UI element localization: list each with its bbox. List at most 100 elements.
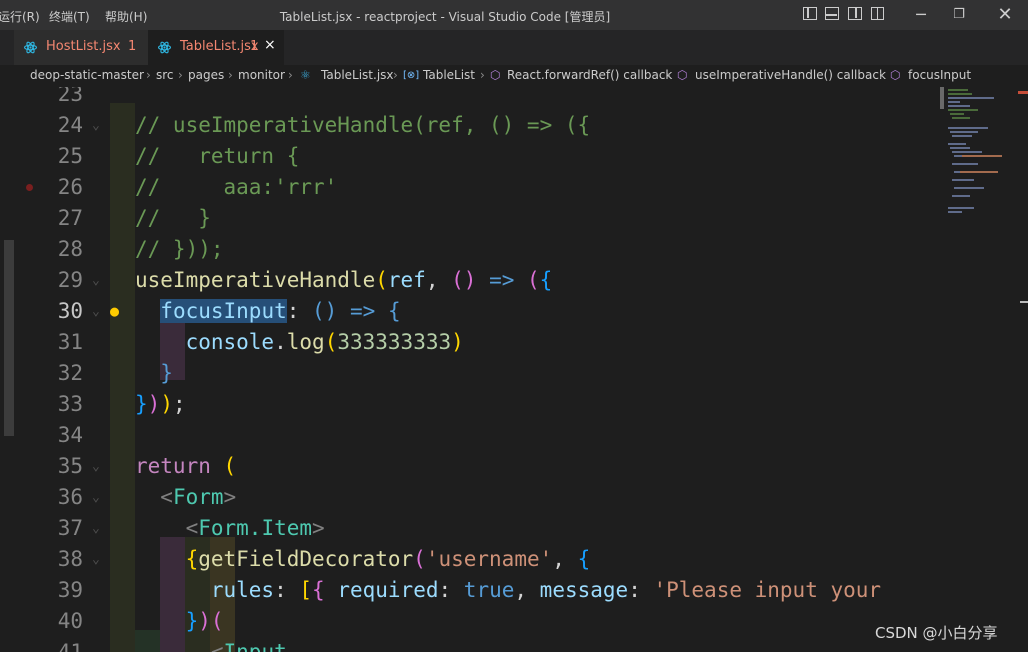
scroll-marker	[1020, 301, 1028, 303]
line-number: 40	[57, 609, 83, 633]
breadcrumb-item-src[interactable]: src	[156, 68, 174, 82]
tab-hostlist[interactable]: HostList.jsx 1	[14, 30, 148, 65]
breadcrumb-item-pages[interactable]: pages	[188, 68, 224, 82]
window-title: TableList.jsx - reactproject - Visual St…	[279, 10, 611, 24]
tab-tablelist[interactable]: TableList.jsx 1 ×	[148, 30, 284, 65]
line-number: 23	[57, 87, 83, 106]
minimap[interactable]	[940, 87, 1018, 652]
code-line-31: 31 console.log(333333333)	[0, 327, 940, 358]
breadcrumb-item-focusinput[interactable]: focusInput	[908, 68, 971, 82]
code-text: focusInput: () => {	[160, 299, 401, 323]
toggle-panel-icon[interactable]	[825, 7, 839, 20]
code-line-38: 38 ⌄ {getFieldDecorator('username', {	[0, 544, 940, 575]
problem-count-badge: 1	[128, 39, 137, 54]
customize-layout-icon[interactable]	[871, 7, 884, 20]
code-line-36: 36 ⌄ <Form>	[0, 482, 940, 513]
code-line-34: 34	[0, 420, 940, 451]
code-line-33: 33 }));	[0, 389, 940, 420]
layout-controls	[803, 6, 885, 24]
method-icon: ⬡	[490, 68, 501, 82]
line-number: 32	[57, 361, 83, 385]
close-tab-icon[interactable]: ×	[264, 37, 276, 53]
code-line-25: 25 // return {	[0, 141, 940, 172]
fold-chevron-icon[interactable]: ⌄	[92, 490, 100, 505]
chevron-right-icon: ›	[146, 68, 151, 82]
fold-chevron-icon[interactable]: ⌄	[92, 304, 100, 319]
method-icon: ⬡	[890, 68, 901, 82]
code-line-28: 28 // }));	[0, 234, 940, 265]
code-text: }));	[135, 392, 186, 416]
problem-count-badge: 1	[250, 39, 259, 54]
code-text: // aaa:'rrr'	[135, 175, 338, 199]
react-icon: ⚛	[300, 68, 311, 82]
code-line-40: 40 })(	[0, 606, 940, 637]
title-bar: 运行(R) 终端(T) 帮助(H) TableList.jsx - reactp…	[0, 0, 1028, 30]
chevron-right-icon: ›	[879, 68, 884, 82]
vertical-scrollbar[interactable]	[1018, 87, 1028, 652]
chevron-right-icon: ›	[393, 68, 398, 82]
restore-icon[interactable]: ❐	[936, 0, 982, 30]
fold-chevron-icon[interactable]: ⌄	[92, 552, 100, 567]
breadcrumb-item-monitor[interactable]: monitor	[238, 68, 285, 82]
code-text: useImperativeHandle(ref, () => ({	[135, 268, 553, 292]
code-text: <Form>	[160, 485, 237, 509]
line-number: 24	[57, 113, 83, 137]
chevron-right-icon: ›	[228, 68, 233, 82]
breadcrumb-item-imperative[interactable]: useImperativeHandle() callback	[695, 68, 886, 82]
line-number: 39	[57, 578, 83, 602]
chevron-right-icon: ›	[480, 68, 485, 82]
breadcrumb-item-forwardref[interactable]: React.forwardRef() callback	[507, 68, 672, 82]
lightbulb-icon[interactable]: ●	[110, 302, 119, 320]
code-text: console.log(333333333)	[185, 330, 464, 354]
code-text: // }));	[135, 237, 224, 261]
tab-label: TableList.jsx	[180, 39, 259, 54]
tab-label: HostList.jsx	[46, 39, 121, 54]
code-text: <Form.Item>	[185, 516, 325, 540]
line-number: 30	[57, 299, 83, 323]
line-number: 34	[57, 423, 83, 447]
code-text: }	[160, 361, 173, 385]
close-window-icon[interactable]: ✕	[982, 0, 1028, 30]
fold-chevron-icon[interactable]: ⌄	[92, 273, 100, 288]
tab-bar: HostList.jsx 1 TableList.jsx 1 × ···	[0, 30, 1028, 83]
toggle-sidebar-icon[interactable]	[803, 7, 817, 20]
code-text: // }	[135, 206, 211, 230]
code-line-32: 32 }	[0, 358, 940, 389]
line-number: 26	[57, 175, 83, 199]
code-text: <Input	[210, 640, 287, 652]
toggle-secondary-sidebar-icon[interactable]	[848, 7, 862, 20]
code-line-35: 35 ⌄ return (	[0, 451, 940, 482]
code-line-23: 23	[0, 87, 940, 110]
line-number: 28	[57, 237, 83, 261]
line-number: 37	[57, 516, 83, 540]
line-number: 36	[57, 485, 83, 509]
code-line-27: 27 // }	[0, 203, 940, 234]
chevron-right-icon: ›	[178, 68, 183, 82]
line-number: 38	[57, 547, 83, 571]
breadcrumb-item-component[interactable]: TableList	[423, 68, 475, 82]
fold-chevron-icon[interactable]: ⌄	[92, 521, 100, 536]
code-editor[interactable]: 23 24 ⌄ // useImperativeHandle(ref, () =…	[0, 87, 1028, 652]
scroll-marker	[1018, 91, 1028, 94]
fold-chevron-icon[interactable]: ⌄	[92, 118, 100, 133]
breadcrumb-item-project[interactable]: deop-static-master	[30, 68, 144, 82]
chevron-right-icon: ›	[666, 68, 671, 82]
left-scroll-indicator	[4, 240, 14, 436]
code-line-39: 39 rules: [{ required: true, message: 'P…	[0, 575, 940, 606]
fold-chevron-icon[interactable]: ⌄	[92, 459, 100, 474]
code-line-29: 29 ⌄ useImperativeHandle(ref, () => ({	[0, 265, 940, 296]
code-text: rules: [{ required: true, message: 'Plea…	[210, 578, 882, 602]
chevron-right-icon: ›	[288, 68, 293, 82]
minimap-preview	[940, 87, 1002, 213]
code-text: {getFieldDecorator('username', {	[185, 547, 591, 571]
react-icon	[24, 41, 37, 54]
watermark: CSDN @小白分享	[875, 624, 998, 642]
code-line-41: 41 <Input	[0, 637, 940, 652]
code-text: // useImperativeHandle(ref, () => ({	[135, 113, 591, 137]
code-text: return (	[135, 454, 237, 478]
breadcrumb-item-file[interactable]: TableList.jsx	[321, 68, 394, 82]
line-number: 35	[57, 454, 83, 478]
method-icon: ⬡	[677, 68, 688, 82]
variable-icon: [⊗]	[403, 70, 420, 81]
line-number: 29	[57, 268, 83, 292]
